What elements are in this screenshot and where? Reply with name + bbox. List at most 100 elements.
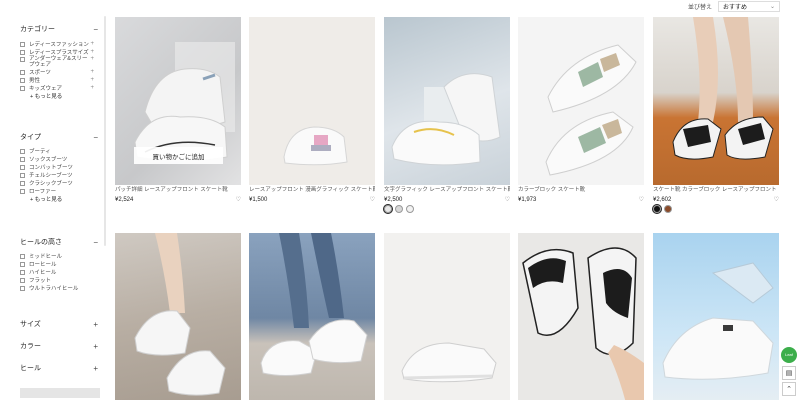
- filter-category-header[interactable]: カテゴリー −: [20, 24, 98, 34]
- product-card[interactable]: レースアップフロント 漫画グラフィック スケート靴 ¥1,500 ♡: [249, 17, 375, 204]
- filter-option[interactable]: コンバットブーツ: [20, 163, 98, 171]
- product-card[interactable]: 文字グラフィック レースアップフロント スケート靴 ¥2,500 ♡: [382, 17, 510, 215]
- leaf-badge[interactable]: Leaf: [781, 347, 797, 363]
- add-to-cart-button[interactable]: 買い物かごに追加: [134, 147, 223, 164]
- show-more-link[interactable]: + もっと見る: [20, 92, 98, 100]
- sort-select[interactable]: おすすめ ⌄: [718, 0, 780, 12]
- filter-option[interactable]: アンダーウェア&スリープウェア +: [20, 56, 98, 68]
- filter-option[interactable]: チェルシーブーツ: [20, 171, 98, 179]
- expand-icon[interactable]: +: [93, 364, 98, 373]
- filter-heel-header[interactable]: ヒール +: [20, 363, 98, 373]
- product-image[interactable]: 買い物かごに追加: [115, 17, 241, 185]
- filter-option[interactable]: ローファー: [20, 187, 98, 195]
- product-card[interactable]: スケート靴 カラーブロック レースアップフロント ¥2,602 ♡: [651, 17, 779, 215]
- checkbox[interactable]: [20, 164, 25, 170]
- expand-icon[interactable]: +: [90, 69, 94, 75]
- checkbox[interactable]: [20, 180, 25, 186]
- heart-icon[interactable]: ♡: [774, 196, 779, 203]
- checkbox[interactable]: [20, 253, 25, 259]
- checkbox[interactable]: [20, 156, 25, 162]
- heart-icon[interactable]: ♡: [236, 196, 241, 203]
- filter-type-header[interactable]: タイプ −: [20, 132, 98, 142]
- product-image[interactable]: [653, 233, 779, 400]
- color-swatch[interactable]: [651, 203, 663, 215]
- color-swatch[interactable]: [382, 203, 394, 215]
- shoe-image: [391, 73, 501, 166]
- back-to-top-icon[interactable]: ⌃: [782, 382, 796, 396]
- expand-icon[interactable]: +: [90, 56, 94, 63]
- color-swatches: [382, 203, 510, 215]
- heart-icon[interactable]: ♡: [370, 196, 375, 203]
- product-image[interactable]: [653, 17, 779, 185]
- filter-heel-height-header[interactable]: ヒールの高さ −: [20, 237, 98, 247]
- checkbox[interactable]: [20, 41, 25, 47]
- checkbox[interactable]: [20, 188, 25, 194]
- heart-icon[interactable]: ♡: [639, 196, 644, 203]
- checkbox[interactable]: [20, 77, 25, 83]
- expand-icon[interactable]: +: [90, 41, 94, 47]
- product-title[interactable]: 文字グラフィック レースアップフロント スケート靴: [384, 186, 510, 195]
- filter-option[interactable]: ウルトラハイヒール: [20, 284, 98, 292]
- collapse-icon[interactable]: −: [93, 238, 98, 247]
- color-swatch[interactable]: [406, 205, 414, 213]
- checkbox[interactable]: [20, 148, 25, 154]
- checkbox[interactable]: [20, 69, 25, 75]
- filter-option[interactable]: レディースプラスサイズ +: [20, 48, 98, 56]
- product-card[interactable]: カラーブロック スケート靴 ¥1,973 ♡: [518, 17, 644, 204]
- product-image[interactable]: [384, 17, 510, 185]
- heart-icon[interactable]: ♡: [505, 196, 510, 203]
- product-title[interactable]: カラーブロック スケート靴: [518, 186, 644, 195]
- expand-icon[interactable]: +: [90, 77, 94, 83]
- expand-icon[interactable]: +: [90, 49, 94, 55]
- checkbox[interactable]: [20, 261, 25, 267]
- product-card[interactable]: [249, 233, 375, 400]
- filter-option[interactable]: フラット: [20, 276, 98, 284]
- product-card[interactable]: [115, 233, 241, 400]
- product-card[interactable]: [384, 233, 510, 400]
- collapse-icon[interactable]: −: [93, 133, 98, 142]
- document-icon[interactable]: ▤: [782, 366, 796, 380]
- filter-option[interactable]: レディースファッション +: [20, 40, 98, 48]
- filter-size-header[interactable]: サイズ +: [20, 319, 98, 329]
- product-title[interactable]: レースアップフロント 漫画グラフィック スケート靴: [249, 186, 375, 195]
- filter-option[interactable]: クラシックブーツ: [20, 179, 98, 187]
- color-swatch[interactable]: [664, 205, 672, 213]
- expand-icon[interactable]: +: [90, 85, 94, 91]
- filter-option[interactable]: ハイヒール: [20, 268, 98, 276]
- filter-option[interactable]: ソックスブーツ: [20, 155, 98, 163]
- sidebar-scrollbar[interactable]: [104, 16, 106, 246]
- checkbox[interactable]: [20, 172, 25, 178]
- product-image[interactable]: [518, 17, 644, 185]
- expand-icon[interactable]: +: [93, 320, 98, 329]
- filter-option[interactable]: キッズウェア +: [20, 84, 98, 92]
- product-image[interactable]: [384, 233, 510, 400]
- product-image[interactable]: [249, 17, 375, 185]
- filter-option[interactable]: ローヒール: [20, 260, 98, 268]
- checkbox[interactable]: [20, 285, 25, 291]
- expand-icon[interactable]: +: [93, 342, 98, 351]
- product-title[interactable]: スケート靴 カラーブロック レースアップフロント: [653, 186, 779, 195]
- product-title[interactable]: パッチ詳細 レースアップフロント スケート靴: [115, 186, 241, 195]
- product-image[interactable]: [249, 233, 375, 400]
- collapse-icon[interactable]: −: [93, 25, 98, 34]
- filter-option[interactable]: 男性 +: [20, 76, 98, 84]
- product-card[interactable]: 買い物かごに追加 パッチ詳細 レースアップフロント スケート靴 ¥2,524 ♡: [115, 17, 241, 204]
- product-card[interactable]: [653, 233, 779, 400]
- filter-size: サイズ +: [20, 319, 98, 329]
- product-price: ¥1,500: [249, 196, 268, 203]
- filter-option[interactable]: ミッドヒール: [20, 252, 98, 260]
- product-image[interactable]: [115, 233, 241, 400]
- filter-color-header[interactable]: カラー +: [20, 341, 98, 351]
- product-image[interactable]: [518, 233, 644, 400]
- checkbox[interactable]: [20, 85, 25, 91]
- filter-option[interactable]: スポーツ +: [20, 68, 98, 76]
- product-card[interactable]: [518, 233, 644, 400]
- checkbox[interactable]: [20, 269, 25, 275]
- checkbox[interactable]: [20, 57, 25, 62]
- checkbox[interactable]: [20, 49, 25, 55]
- color-swatch[interactable]: [395, 205, 403, 213]
- shoe-image: [672, 17, 774, 160]
- filter-option[interactable]: ブーティ: [20, 147, 98, 155]
- show-more-link[interactable]: + もっと見る: [20, 195, 98, 203]
- checkbox[interactable]: [20, 277, 25, 283]
